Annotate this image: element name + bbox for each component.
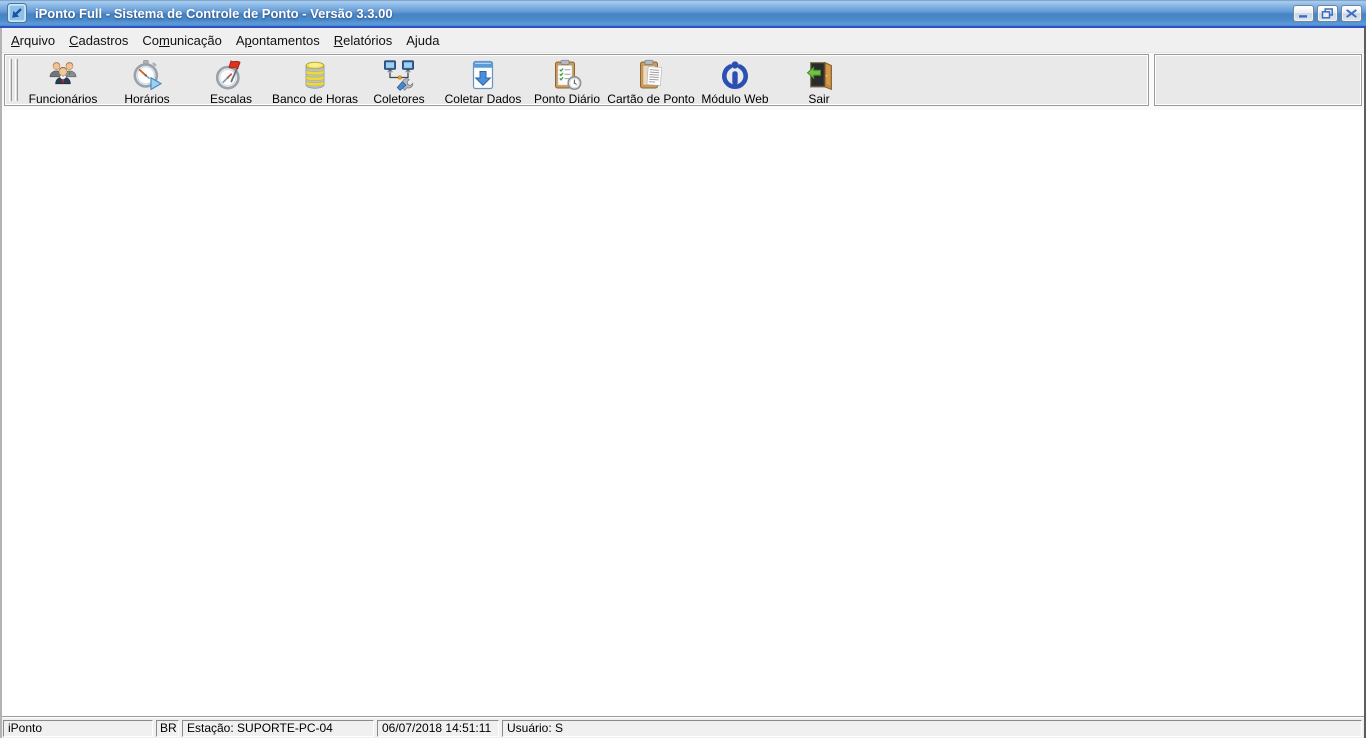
menu-label-part: adastros [78, 33, 128, 48]
menu-bar: Arquivo Cadastros Comunicação Apontament… [2, 28, 1364, 52]
toolbar-button-label: Cartão de Ponto [607, 92, 694, 106]
toolbar-button-horarios[interactable]: Horários [105, 55, 189, 105]
toolbar-panel-secondary [1154, 54, 1362, 106]
status-panel-user: Usuário: S [502, 720, 1362, 737]
window-frame: Arquivo Cadastros Comunicação Apontament… [0, 28, 1366, 738]
escalas-icon [215, 59, 247, 91]
toolbar-band: Funcionários Horários [2, 52, 1364, 110]
menu-label-part: ontamentos [252, 33, 320, 48]
toolbar-button-label: Funcionários [29, 92, 98, 106]
ponto-diario-icon [551, 59, 583, 91]
funcionarios-icon [47, 59, 79, 91]
minimize-button[interactable] [1293, 5, 1314, 22]
menu-item-cadastros[interactable]: Cadastros [62, 30, 135, 51]
toolbar-button-sair[interactable]: Sair [777, 55, 861, 105]
restore-icon [1321, 8, 1334, 19]
toolbar-button-label: Horários [124, 92, 169, 106]
menu-item-apontamentos[interactable]: Apontamentos [229, 30, 327, 51]
toolbar-button-cartao-de-ponto[interactable]: Cartão de Ponto [609, 55, 693, 105]
coletar-dados-icon [467, 59, 499, 91]
window-controls [1293, 5, 1362, 22]
toolbar-button-ponto-diario[interactable]: Ponto Diário [525, 55, 609, 105]
toolbar-button-modulo-web[interactable]: Módulo Web [693, 55, 777, 105]
menu-label-part: Ajuda [406, 33, 439, 48]
toolbar-button-label: Módulo Web [701, 92, 768, 106]
menu-mnemonic: R [334, 33, 343, 48]
toolbar-button-escalas[interactable]: Escalas [189, 55, 273, 105]
menu-item-comunicacao[interactable]: Comunicação [135, 30, 229, 51]
restore-button[interactable] [1317, 5, 1338, 22]
title-bar: iPonto Full - Sistema de Controle de Pon… [0, 0, 1366, 28]
toolbar-button-coletores[interactable]: Coletores [357, 55, 441, 105]
app-window: iPonto Full - Sistema de Controle de Pon… [0, 0, 1366, 738]
status-panel-datetime: 06/07/2018 14:51:11 [377, 720, 499, 737]
toolbar-button-label: Coletar Dados [445, 92, 522, 106]
grip-bar [15, 59, 18, 101]
close-icon [1345, 8, 1358, 19]
menu-label-part: A [236, 33, 245, 48]
menu-item-arquivo[interactable]: Arquivo [4, 30, 62, 51]
horarios-icon [131, 59, 163, 91]
toolbar-button-funcionarios[interactable]: Funcionários [21, 55, 105, 105]
toolbar-button-label: Coletores [373, 92, 424, 106]
toolbar-panel-main: Funcionários Horários [4, 54, 1149, 106]
cartao-de-ponto-icon [635, 59, 667, 91]
sair-icon [803, 59, 835, 91]
status-bar: iPonto BR Estação: SUPORTE-PC-04 06/07/2… [2, 716, 1364, 738]
toolbar-button-label: Escalas [210, 92, 252, 106]
status-panel-language: BR [156, 720, 179, 737]
toolbar-button-label: Banco de Horas [272, 92, 358, 106]
status-panel-app: iPonto [3, 720, 153, 737]
grip-bar [9, 59, 12, 101]
toolbar-gripper[interactable] [8, 55, 21, 105]
menu-label-part: elatórios [343, 33, 392, 48]
window-title: iPonto Full - Sistema de Controle de Pon… [35, 6, 393, 21]
menu-label-part: unicação [170, 33, 222, 48]
toolbar-button-banco-de-horas[interactable]: Banco de Horas [273, 55, 357, 105]
modulo-web-icon [719, 59, 751, 91]
menu-mnemonic: m [159, 33, 170, 48]
toolbar-button-coletar-dados[interactable]: Coletar Dados [441, 55, 525, 105]
close-button[interactable] [1341, 5, 1362, 22]
coletores-icon [383, 59, 415, 91]
menu-mnemonic: A [11, 33, 20, 48]
menu-label-part: Co [142, 33, 159, 48]
banco-de-horas-icon [299, 59, 331, 91]
app-logo-arrow-icon [7, 3, 27, 23]
toolbar-button-label: Sair [808, 92, 829, 106]
status-panel-station: Estação: SUPORTE-PC-04 [182, 720, 374, 737]
minimize-icon [1297, 8, 1310, 19]
client-area [2, 110, 1364, 716]
menu-item-ajuda[interactable]: Ajuda [399, 30, 446, 51]
toolbar-button-label: Ponto Diário [534, 92, 600, 106]
menu-item-relatorios[interactable]: Relatórios [327, 30, 400, 51]
app-system-menu-icon[interactable] [7, 3, 27, 23]
menu-label-part: rquivo [20, 33, 55, 48]
menu-mnemonic: p [245, 33, 252, 48]
